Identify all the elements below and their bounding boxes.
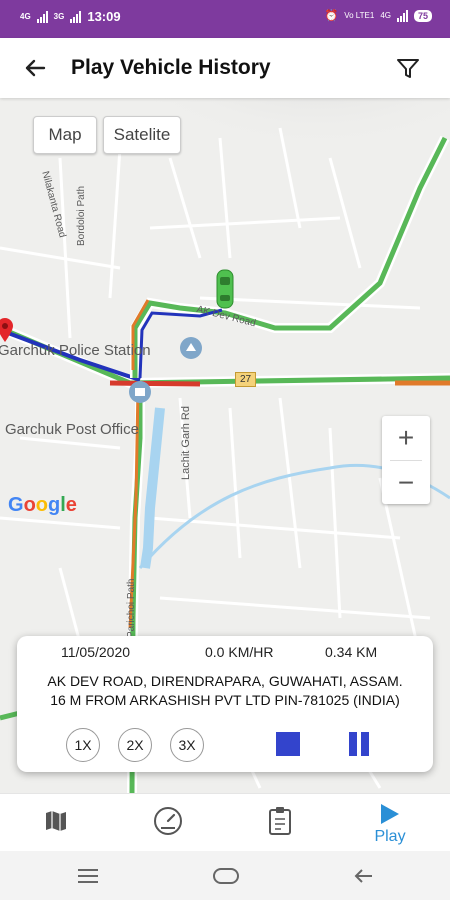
clock: 13:09 bbox=[87, 9, 121, 24]
pause-button[interactable] bbox=[347, 732, 371, 756]
highway-shield: 27 bbox=[235, 372, 257, 387]
status-bar: 4G 3G 13:09 ⏰ Vo LTE1 4G 75 bbox=[0, 0, 450, 38]
nav-play-label: Play bbox=[374, 828, 406, 845]
volte-indicator: Vo LTE1 bbox=[344, 10, 375, 20]
signal-icon-3 bbox=[396, 9, 408, 22]
stop-button[interactable] bbox=[276, 732, 300, 756]
speed-3x-button[interactable]: 3X bbox=[170, 728, 204, 762]
recent-apps-icon[interactable] bbox=[76, 867, 100, 885]
speedometer-icon bbox=[154, 807, 182, 835]
zoom-in-button[interactable]: + bbox=[382, 416, 430, 460]
nav-report[interactable] bbox=[224, 794, 336, 852]
nav-speedometer[interactable] bbox=[112, 794, 224, 852]
signal-icon bbox=[36, 10, 48, 23]
status-right: ⏰ Vo LTE1 4G 75 bbox=[325, 9, 432, 22]
map-label-lachit-road: Lachit Garh Rd bbox=[180, 406, 192, 480]
police-station-icon bbox=[180, 337, 202, 359]
system-navigation-bar bbox=[0, 851, 450, 900]
map-label-parichoi-path: Parichoi Path bbox=[126, 578, 137, 638]
back-arrow-icon[interactable] bbox=[20, 53, 50, 83]
alarm-icon: ⏰ bbox=[324, 10, 339, 22]
filter-icon[interactable] bbox=[394, 54, 422, 82]
app-bar: Play Vehicle History bbox=[0, 38, 450, 98]
speed-2x-button[interactable]: 2X bbox=[118, 728, 152, 762]
start-pin-icon[interactable] bbox=[0, 317, 14, 343]
home-icon[interactable] bbox=[212, 865, 240, 887]
status-left: 4G 3G 13:09 bbox=[20, 9, 121, 24]
bottom-navigation: Play bbox=[0, 793, 450, 852]
zoom-out-button[interactable]: − bbox=[382, 461, 430, 505]
report-icon bbox=[269, 807, 291, 835]
map-type-satellite-button[interactable]: Satelite bbox=[103, 116, 181, 154]
nav-play[interactable]: Play bbox=[334, 794, 446, 852]
speed-1x-button[interactable]: 1X bbox=[66, 728, 100, 762]
trip-info-card: 11/05/2020 0.0 KM/HR 0.34 KM AK DEV ROAD… bbox=[17, 636, 433, 772]
map-label-bordoloi-path: Bordoloi Path bbox=[76, 185, 87, 246]
play-icon bbox=[381, 804, 399, 824]
network-type-1: 4G bbox=[20, 11, 31, 21]
google-logo: Google bbox=[8, 494, 77, 516]
signal-icon-2 bbox=[70, 10, 82, 23]
trip-date: 11/05/2020 bbox=[61, 644, 131, 660]
battery-icon: 75 bbox=[413, 9, 432, 22]
post-office-icon bbox=[129, 381, 151, 403]
zoom-controls: + − bbox=[382, 416, 430, 504]
trip-speed: 0.0 KM/HR bbox=[205, 644, 274, 660]
address-line-1: AK DEV ROAD, DIRENDRAPARA, GUWAHATI, ASS… bbox=[47, 673, 403, 689]
address-line-2: 16 M FROM ARKASHISH PVT LTD PIN-781025 (… bbox=[50, 692, 400, 708]
nav-map[interactable] bbox=[0, 794, 112, 852]
page-title: Play Vehicle History bbox=[71, 56, 271, 79]
trip-address: AK DEV ROAD, DIRENDRAPARA, GUWAHATI, ASS… bbox=[17, 672, 433, 710]
vehicle-marker-icon[interactable] bbox=[214, 268, 236, 310]
map-icon bbox=[46, 811, 66, 831]
network-type-2: 3G bbox=[53, 11, 65, 21]
map-label-post-office: Garchuk Post Office bbox=[5, 421, 139, 438]
system-back-icon[interactable] bbox=[352, 866, 376, 886]
network-type-3: 4G bbox=[380, 10, 391, 20]
map-type-map-button[interactable]: Map bbox=[33, 116, 97, 154]
map-label-police-station: Garchuk Police Station bbox=[0, 342, 151, 359]
trip-distance: 0.34 KM bbox=[325, 644, 378, 660]
